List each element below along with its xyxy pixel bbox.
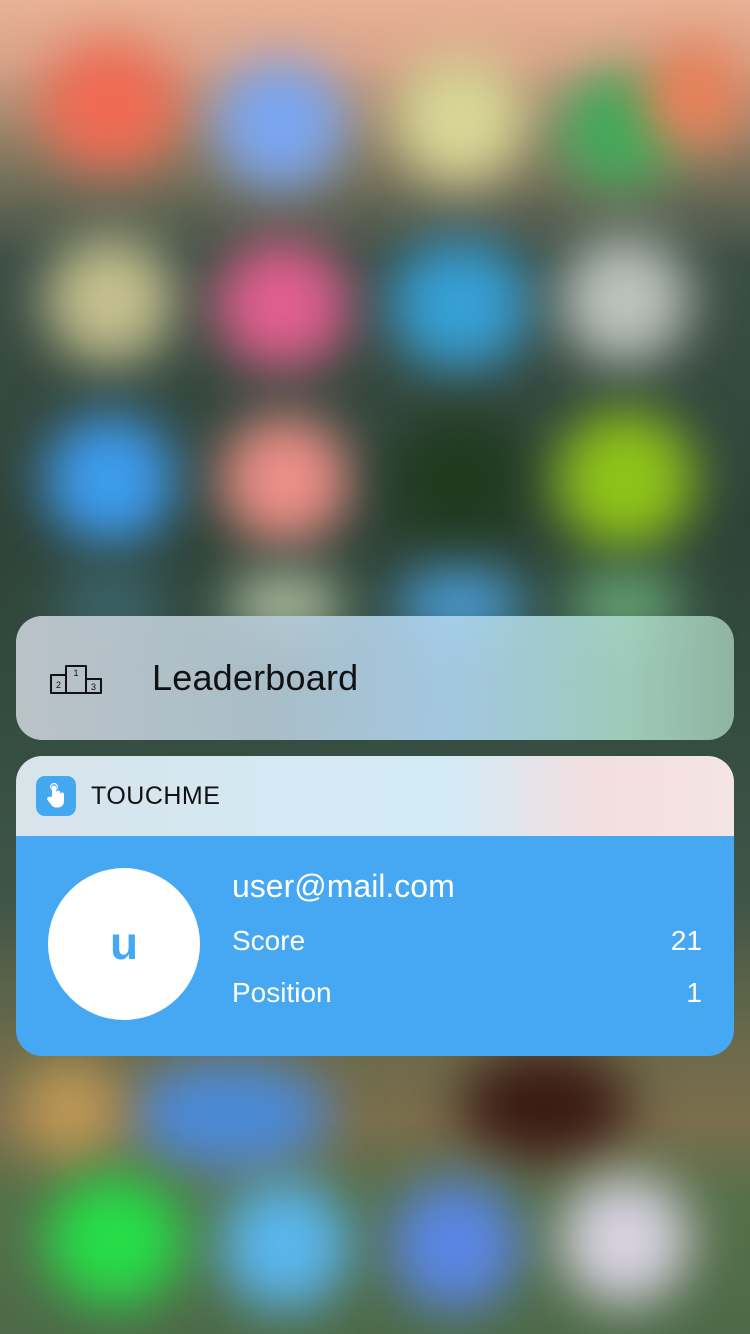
touchme-widget[interactable]: TOUCHME u user@mail.com Score 21 Positio… [16,756,734,1056]
score-label: Score [232,925,306,956]
blurred-app-icon [45,235,175,365]
user-email: user@mail.com [232,868,455,904]
blurred-app-icon [645,40,745,150]
blurred-app-icon [40,40,180,170]
position-value: 1 [686,977,702,1008]
app-icon [36,776,76,816]
blurred-dock-icon [45,1175,185,1305]
blurred-app-icon [215,240,350,370]
score-row: Score 21 [232,925,702,957]
podium-icon: 2 1 3 [50,665,102,694]
svg-text:2: 2 [56,680,61,690]
leaderboard-quick-action[interactable]: 2 1 3 Leaderboard [16,616,734,740]
blurred-app-icon [560,235,690,365]
blurred-dock-icon [220,1180,350,1310]
blurred-app-icon [220,415,350,545]
widget-body: u user@mail.com Score 21 Position 1 [16,836,734,1056]
blurred-app-icon [390,240,530,370]
blurred-app-icon [20,1060,120,1160]
score-value: 21 [670,925,702,956]
avatar-letter: u [109,917,139,969]
svg-text:1: 1 [73,668,78,678]
widget-header: TOUCHME [16,756,734,836]
blurred-app-icon [130,1060,330,1170]
svg-text:3: 3 [91,682,96,692]
blurred-dock-icon [390,1180,520,1310]
app-name: TOUCHME [91,781,221,810]
blurred-app-icon [45,415,175,545]
position-row: Position 1 [232,977,702,1009]
blurred-app-icon [390,415,530,545]
blurred-app-icon [215,60,345,190]
leaderboard-label: Leaderboard [152,657,359,698]
blurred-app-icon [460,1050,630,1160]
blurred-app-icon [395,55,525,185]
blurred-app-icon [555,410,695,550]
avatar: u [48,868,200,1020]
position-label: Position [232,977,332,1008]
touch-hand-icon [47,783,64,808]
blurred-dock-icon [560,1175,690,1305]
